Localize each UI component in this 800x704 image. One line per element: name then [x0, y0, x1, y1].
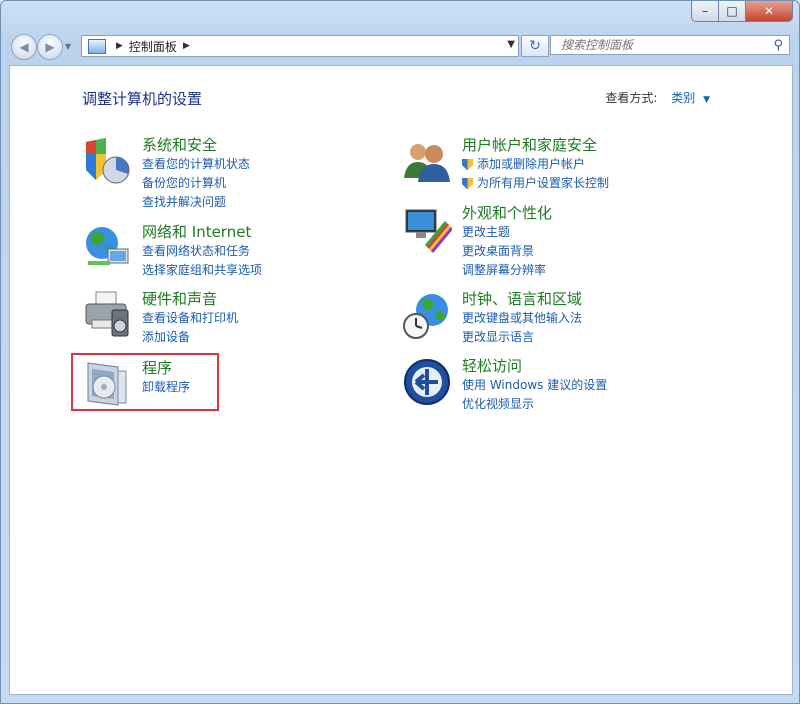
- uac-shield-icon: [462, 158, 473, 171]
- user-accounts-icon[interactable]: [402, 136, 452, 186]
- category-system-security: 系统和安全 查看您的计算机状态 备份您的计算机 查找并解决问题: [82, 136, 250, 212]
- link-troubleshoot[interactable]: 查找并解决问题: [142, 193, 250, 212]
- link-homegroup-sharing[interactable]: 选择家庭组和共享选项: [142, 261, 262, 280]
- hardware-sound-icon[interactable]: [82, 290, 132, 340]
- back-button[interactable]: ◀: [11, 34, 37, 60]
- navigation-bar: ◀ ▶ ▼ ▶ 控制面板 ▶ ▼ ↻ ⚲: [9, 33, 791, 60]
- category-title[interactable]: 轻松访问: [462, 357, 607, 376]
- clock-language-region-icon[interactable]: [402, 290, 452, 340]
- link-change-display-language[interactable]: 更改显示语言: [462, 328, 582, 347]
- uac-shield-icon: [462, 177, 473, 190]
- breadcrumb-chevron-icon[interactable]: ▶: [183, 41, 190, 51]
- forward-button[interactable]: ▶: [37, 34, 63, 60]
- minimize-button[interactable]: –: [691, 1, 719, 22]
- control-panel-window: – □ ✕ ◀ ▶ ▼ ▶ 控制面板 ▶ ▼ ↻ ⚲ 调整计算机的设置 查看方式…: [0, 0, 800, 704]
- link-optimize-visual-display[interactable]: 优化视频显示: [462, 395, 607, 414]
- search-box[interactable]: ⚲: [550, 35, 790, 55]
- view-by-dropdown[interactable]: 类别: [671, 91, 695, 105]
- category-title[interactable]: 硬件和声音: [142, 290, 238, 309]
- refresh-button[interactable]: ↻: [521, 35, 549, 57]
- category-network-internet: 网络和 Internet 查看网络状态和任务 选择家庭组和共享选项: [82, 223, 262, 280]
- system-security-icon[interactable]: [82, 136, 132, 186]
- category-ease-of-access: 轻松访问 使用 Windows 建议的设置 优化视频显示: [402, 357, 607, 414]
- view-by: 查看方式: 类别 ▼: [605, 89, 710, 106]
- category-title[interactable]: 外观和个性化: [462, 204, 552, 223]
- caption-buttons: – □ ✕: [691, 1, 793, 22]
- view-by-label: 查看方式:: [605, 91, 658, 105]
- highlight-box: [71, 353, 219, 411]
- ease-of-access-icon[interactable]: [402, 357, 452, 407]
- category-title[interactable]: 系统和安全: [142, 136, 250, 155]
- address-dropdown-icon[interactable]: ▼: [507, 39, 515, 50]
- category-appearance: 外观和个性化 更改主题 更改桌面背景 调整屏幕分辨率: [402, 204, 552, 280]
- link-add-remove-accounts[interactable]: 添加或删除用户帐户: [462, 155, 609, 174]
- network-internet-icon[interactable]: [82, 223, 132, 273]
- search-icon[interactable]: ⚲: [773, 38, 783, 53]
- chevron-down-icon[interactable]: ▼: [703, 95, 710, 105]
- recent-pages-dropdown[interactable]: ▼: [65, 42, 71, 51]
- appearance-icon[interactable]: [402, 204, 454, 254]
- search-input[interactable]: [559, 37, 763, 53]
- category-title[interactable]: 网络和 Internet: [142, 223, 262, 242]
- close-button[interactable]: ✕: [746, 1, 793, 22]
- link-change-desktop-background[interactable]: 更改桌面背景: [462, 242, 552, 261]
- refresh-icon: ↻: [529, 38, 541, 54]
- category-title[interactable]: 用户帐户和家庭安全: [462, 136, 609, 155]
- address-bar[interactable]: ▶ 控制面板 ▶ ▼: [81, 35, 519, 57]
- breadcrumb-control-panel[interactable]: 控制面板: [129, 38, 177, 55]
- breadcrumb-separator-icon[interactable]: ▶: [116, 41, 123, 51]
- category-user-accounts: 用户帐户和家庭安全 添加或删除用户帐户 为所有用户设置家长控制: [402, 136, 609, 193]
- link-change-theme[interactable]: 更改主题: [462, 223, 552, 242]
- link-devices-printers[interactable]: 查看设备和打印机: [142, 309, 238, 328]
- link-add-device[interactable]: 添加设备: [142, 328, 238, 347]
- link-backup-computer[interactable]: 备份您的计算机: [142, 174, 250, 193]
- category-hardware-sound: 硬件和声音 查看设备和打印机 添加设备: [82, 290, 238, 347]
- maximize-button[interactable]: □: [719, 1, 746, 22]
- link-recommended-settings[interactable]: 使用 Windows 建议的设置: [462, 376, 607, 395]
- link-check-computer-status[interactable]: 查看您的计算机状态: [142, 155, 250, 174]
- category-title[interactable]: 时钟、语言和区域: [462, 290, 582, 309]
- content-pane: 调整计算机的设置 查看方式: 类别 ▼ 系统和安全 查看您的计算机状态 备份您的…: [9, 65, 793, 695]
- category-clock-language-region: 时钟、语言和区域 更改键盘或其他输入法 更改显示语言: [402, 290, 582, 347]
- control-panel-icon: [88, 38, 106, 54]
- link-adjust-resolution[interactable]: 调整屏幕分辨率: [462, 261, 552, 280]
- link-parental-controls[interactable]: 为所有用户设置家长控制: [462, 174, 609, 193]
- link-change-keyboard-input[interactable]: 更改键盘或其他输入法: [462, 309, 582, 328]
- page-title: 调整计算机的设置: [82, 90, 203, 108]
- link-view-network-status[interactable]: 查看网络状态和任务: [142, 242, 262, 261]
